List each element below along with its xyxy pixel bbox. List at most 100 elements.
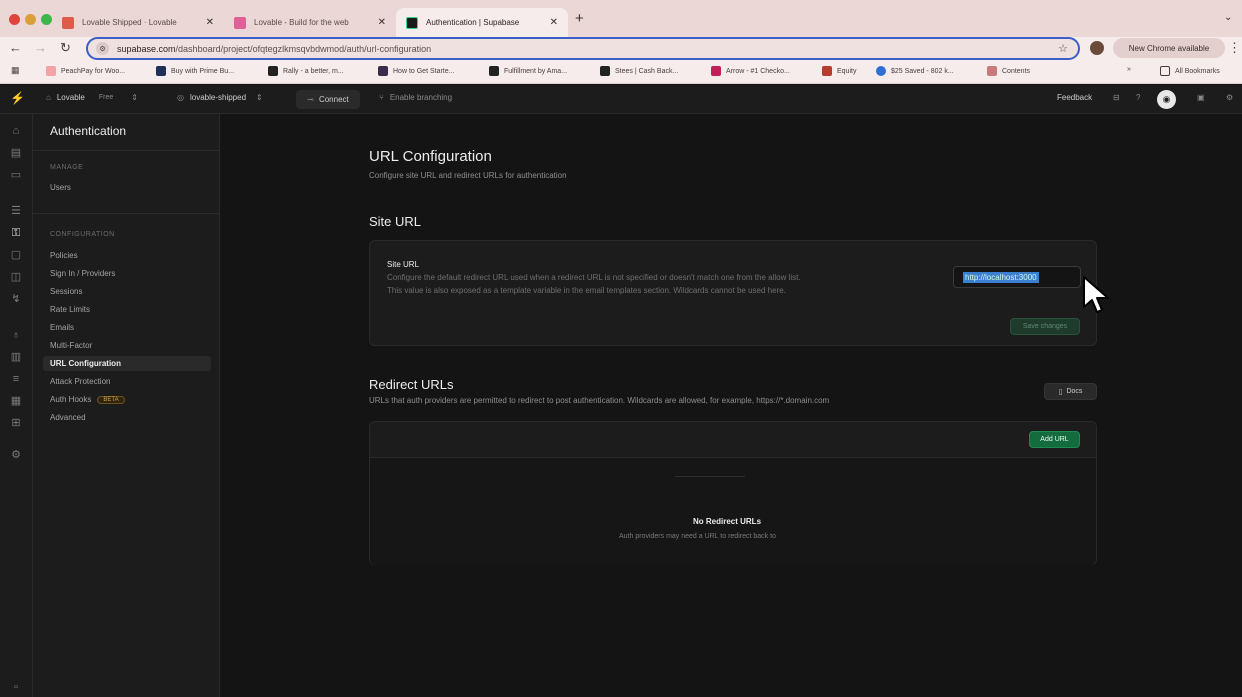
site-url-value: http://localhost:3000 xyxy=(963,271,1039,283)
bookmark-favicon-icon xyxy=(987,66,997,76)
browser-tab[interactable]: Lovable Shipped · Lovable ✕ xyxy=(52,8,224,37)
sidebar-item-sign-in-providers[interactable]: Sign In / Providers xyxy=(43,266,211,281)
auth-icon[interactable]: ⚿ xyxy=(9,226,23,240)
terminal-icon[interactable]: ▣ xyxy=(1197,93,1205,102)
sidebar-item-policies[interactable]: Policies xyxy=(43,248,211,263)
site-url-heading: Site URL xyxy=(369,214,422,229)
chrome-update-button[interactable]: New Chrome available xyxy=(1113,38,1225,58)
database-icon[interactable]: ☰ xyxy=(9,204,23,218)
tab-search-icon[interactable]: ⌄ xyxy=(1224,12,1232,23)
settings-icon[interactable]: ⚙ xyxy=(1226,93,1233,102)
minimize-window-button[interactable] xyxy=(25,14,36,25)
bookmarks-bar: ▦ PeachPay for Woo... Buy with Prime Bu.… xyxy=(0,61,1242,84)
page-subtitle: Configure site URL and redirect URLs for… xyxy=(369,171,567,180)
org-selector[interactable]: ⌂ Lovable Free ⇕ xyxy=(46,93,138,102)
bookmark-item[interactable]: Equity xyxy=(822,66,856,76)
lovable-favicon-icon xyxy=(62,16,74,29)
sidebar-item-advanced[interactable]: Advanced xyxy=(43,410,211,425)
feedback-button[interactable]: Feedback xyxy=(1057,93,1092,102)
url-path: /dashboard/project/ofqtegzlkmsqvbdwmod/a… xyxy=(175,43,432,54)
logs-icon[interactable]: ≡ xyxy=(9,372,23,386)
url-host: supabase.com xyxy=(117,43,176,54)
bookmark-item[interactable]: $25 Saved - 802 k... xyxy=(876,66,954,76)
chevron-updown-icon: ⇕ xyxy=(131,93,138,102)
profile-avatar[interactable] xyxy=(1090,41,1104,55)
apps-grid-icon[interactable]: ▦ xyxy=(11,65,20,76)
bookmark-favicon-icon xyxy=(156,66,166,76)
reload-icon[interactable]: ↻ xyxy=(60,40,71,56)
empty-state-title: No Redirect URLs xyxy=(693,517,762,526)
table-editor-icon[interactable]: ▤ xyxy=(9,146,23,160)
lovable-favicon-icon xyxy=(234,16,246,29)
api-docs-icon[interactable]: ▦ xyxy=(9,394,23,408)
browser-tab[interactable]: Lovable - Build for the web ✕ xyxy=(224,8,396,37)
enable-branching-button[interactable]: ⑂ Enable branching xyxy=(379,93,452,102)
auth-sidebar: Authentication MANAGE Users CONFIGURATIO… xyxy=(33,114,220,697)
edge-functions-icon[interactable]: ◫ xyxy=(9,270,23,284)
collapse-sidebar-icon[interactable]: ▫ xyxy=(9,680,23,694)
divider xyxy=(33,150,220,151)
reports-icon[interactable]: ▥ xyxy=(9,350,23,364)
site-url-label: Site URL xyxy=(387,260,420,269)
project-selector[interactable]: ◎ lovable-shipped ⇕ xyxy=(177,93,263,102)
supabase-logo-icon[interactable]: ⚡ xyxy=(10,91,25,105)
storage-icon[interactable]: ▢ xyxy=(9,248,23,262)
bookmark-item[interactable]: How to Get Starte... xyxy=(378,66,454,76)
section-header-manage: MANAGE xyxy=(50,164,84,171)
bookmark-item[interactable]: Fulfillment by Ama... xyxy=(489,66,567,76)
bookmark-item[interactable]: PeachPay for Woo... xyxy=(46,66,125,76)
new-tab-button[interactable]: + xyxy=(575,10,584,27)
maximize-window-button[interactable] xyxy=(41,14,52,25)
forward-arrow-icon[interactable]: → xyxy=(34,40,47,55)
address-bar[interactable]: ⚙ supabase.com /dashboard/project/ofqteg… xyxy=(86,37,1080,60)
sidebar-title: Authentication xyxy=(50,124,127,138)
branch-icon: ⑂ xyxy=(379,93,384,102)
sidebar-item-multi-factor[interactable]: Multi-Factor xyxy=(43,338,211,353)
realtime-icon[interactable]: ↯ xyxy=(9,292,23,306)
more-bookmarks-icon[interactable]: » xyxy=(1127,66,1131,73)
bookmark-item[interactable]: Buy with Prime Bu... xyxy=(156,66,234,76)
redirect-urls-empty-state xyxy=(370,458,1096,565)
home-icon[interactable]: ⌂ xyxy=(9,124,23,138)
project-icon: ◎ xyxy=(177,93,184,102)
bookmark-item[interactable]: Arrow - #1 Checko... xyxy=(711,66,790,76)
sidebar-item-rate-limits[interactable]: Rate Limits xyxy=(43,302,211,317)
main-content: URL Configuration Configure site URL and… xyxy=(221,114,1242,697)
add-url-button[interactable]: Add URL xyxy=(1029,431,1080,448)
chrome-menu-icon[interactable]: ⋮ xyxy=(1228,40,1241,56)
integrations-icon[interactable]: ⊞ xyxy=(9,416,23,430)
sidebar-item-emails[interactable]: Emails xyxy=(43,320,211,335)
bookmark-favicon-icon xyxy=(489,66,499,76)
back-arrow-icon[interactable]: ← xyxy=(9,40,22,55)
close-tab-icon[interactable]: ✕ xyxy=(206,17,214,28)
site-info-icon[interactable]: ⚙ xyxy=(96,42,109,55)
bookmark-item[interactable]: Rally - a better, m... xyxy=(268,66,344,76)
browser-tab-active[interactable]: Authentication | Supabase ✕ xyxy=(396,8,568,37)
bookmark-favicon-icon xyxy=(600,66,610,76)
site-url-input[interactable]: http://localhost:3000 xyxy=(953,266,1081,288)
user-avatar[interactable]: ◉ xyxy=(1157,90,1176,109)
bookmark-favicon-icon xyxy=(711,66,721,76)
all-bookmarks-folder[interactable]: All Bookmarks xyxy=(1160,66,1220,76)
sidebar-item-auth-hooks[interactable]: Auth Hooks BETA xyxy=(43,392,211,407)
folder-icon xyxy=(1160,66,1170,76)
docs-button[interactable]: ▯ Docs xyxy=(1044,383,1097,400)
sql-editor-icon[interactable]: ▭ xyxy=(9,168,23,182)
bookmark-star-icon[interactable]: ☆ xyxy=(1058,42,1068,55)
bookmark-item[interactable]: Contents xyxy=(987,66,1030,76)
project-settings-icon[interactable]: ⚙ xyxy=(9,448,23,462)
sidebar-item-url-configuration[interactable]: URL Configuration xyxy=(43,356,211,371)
close-tab-icon[interactable]: ✕ xyxy=(550,17,558,28)
close-window-button[interactable] xyxy=(9,14,20,25)
help-icon[interactable]: ? xyxy=(1136,93,1140,102)
save-changes-button[interactable]: Save changes xyxy=(1010,318,1080,335)
sidebar-item-users[interactable]: Users xyxy=(43,180,211,195)
sidebar-item-sessions[interactable]: Sessions xyxy=(43,284,211,299)
advisors-icon[interactable]: ♁ xyxy=(9,328,23,342)
bookmark-item[interactable]: Stees | Cash Back... xyxy=(600,66,678,76)
connect-button[interactable]: ⊸ Connect xyxy=(296,90,360,109)
sidebar-item-attack-protection[interactable]: Attack Protection xyxy=(43,374,211,389)
empty-state-subtitle: Auth providers may need a URL to redirec… xyxy=(619,533,776,540)
close-tab-icon[interactable]: ✕ xyxy=(378,17,386,28)
inbox-icon[interactable]: ⊟ xyxy=(1113,93,1120,102)
